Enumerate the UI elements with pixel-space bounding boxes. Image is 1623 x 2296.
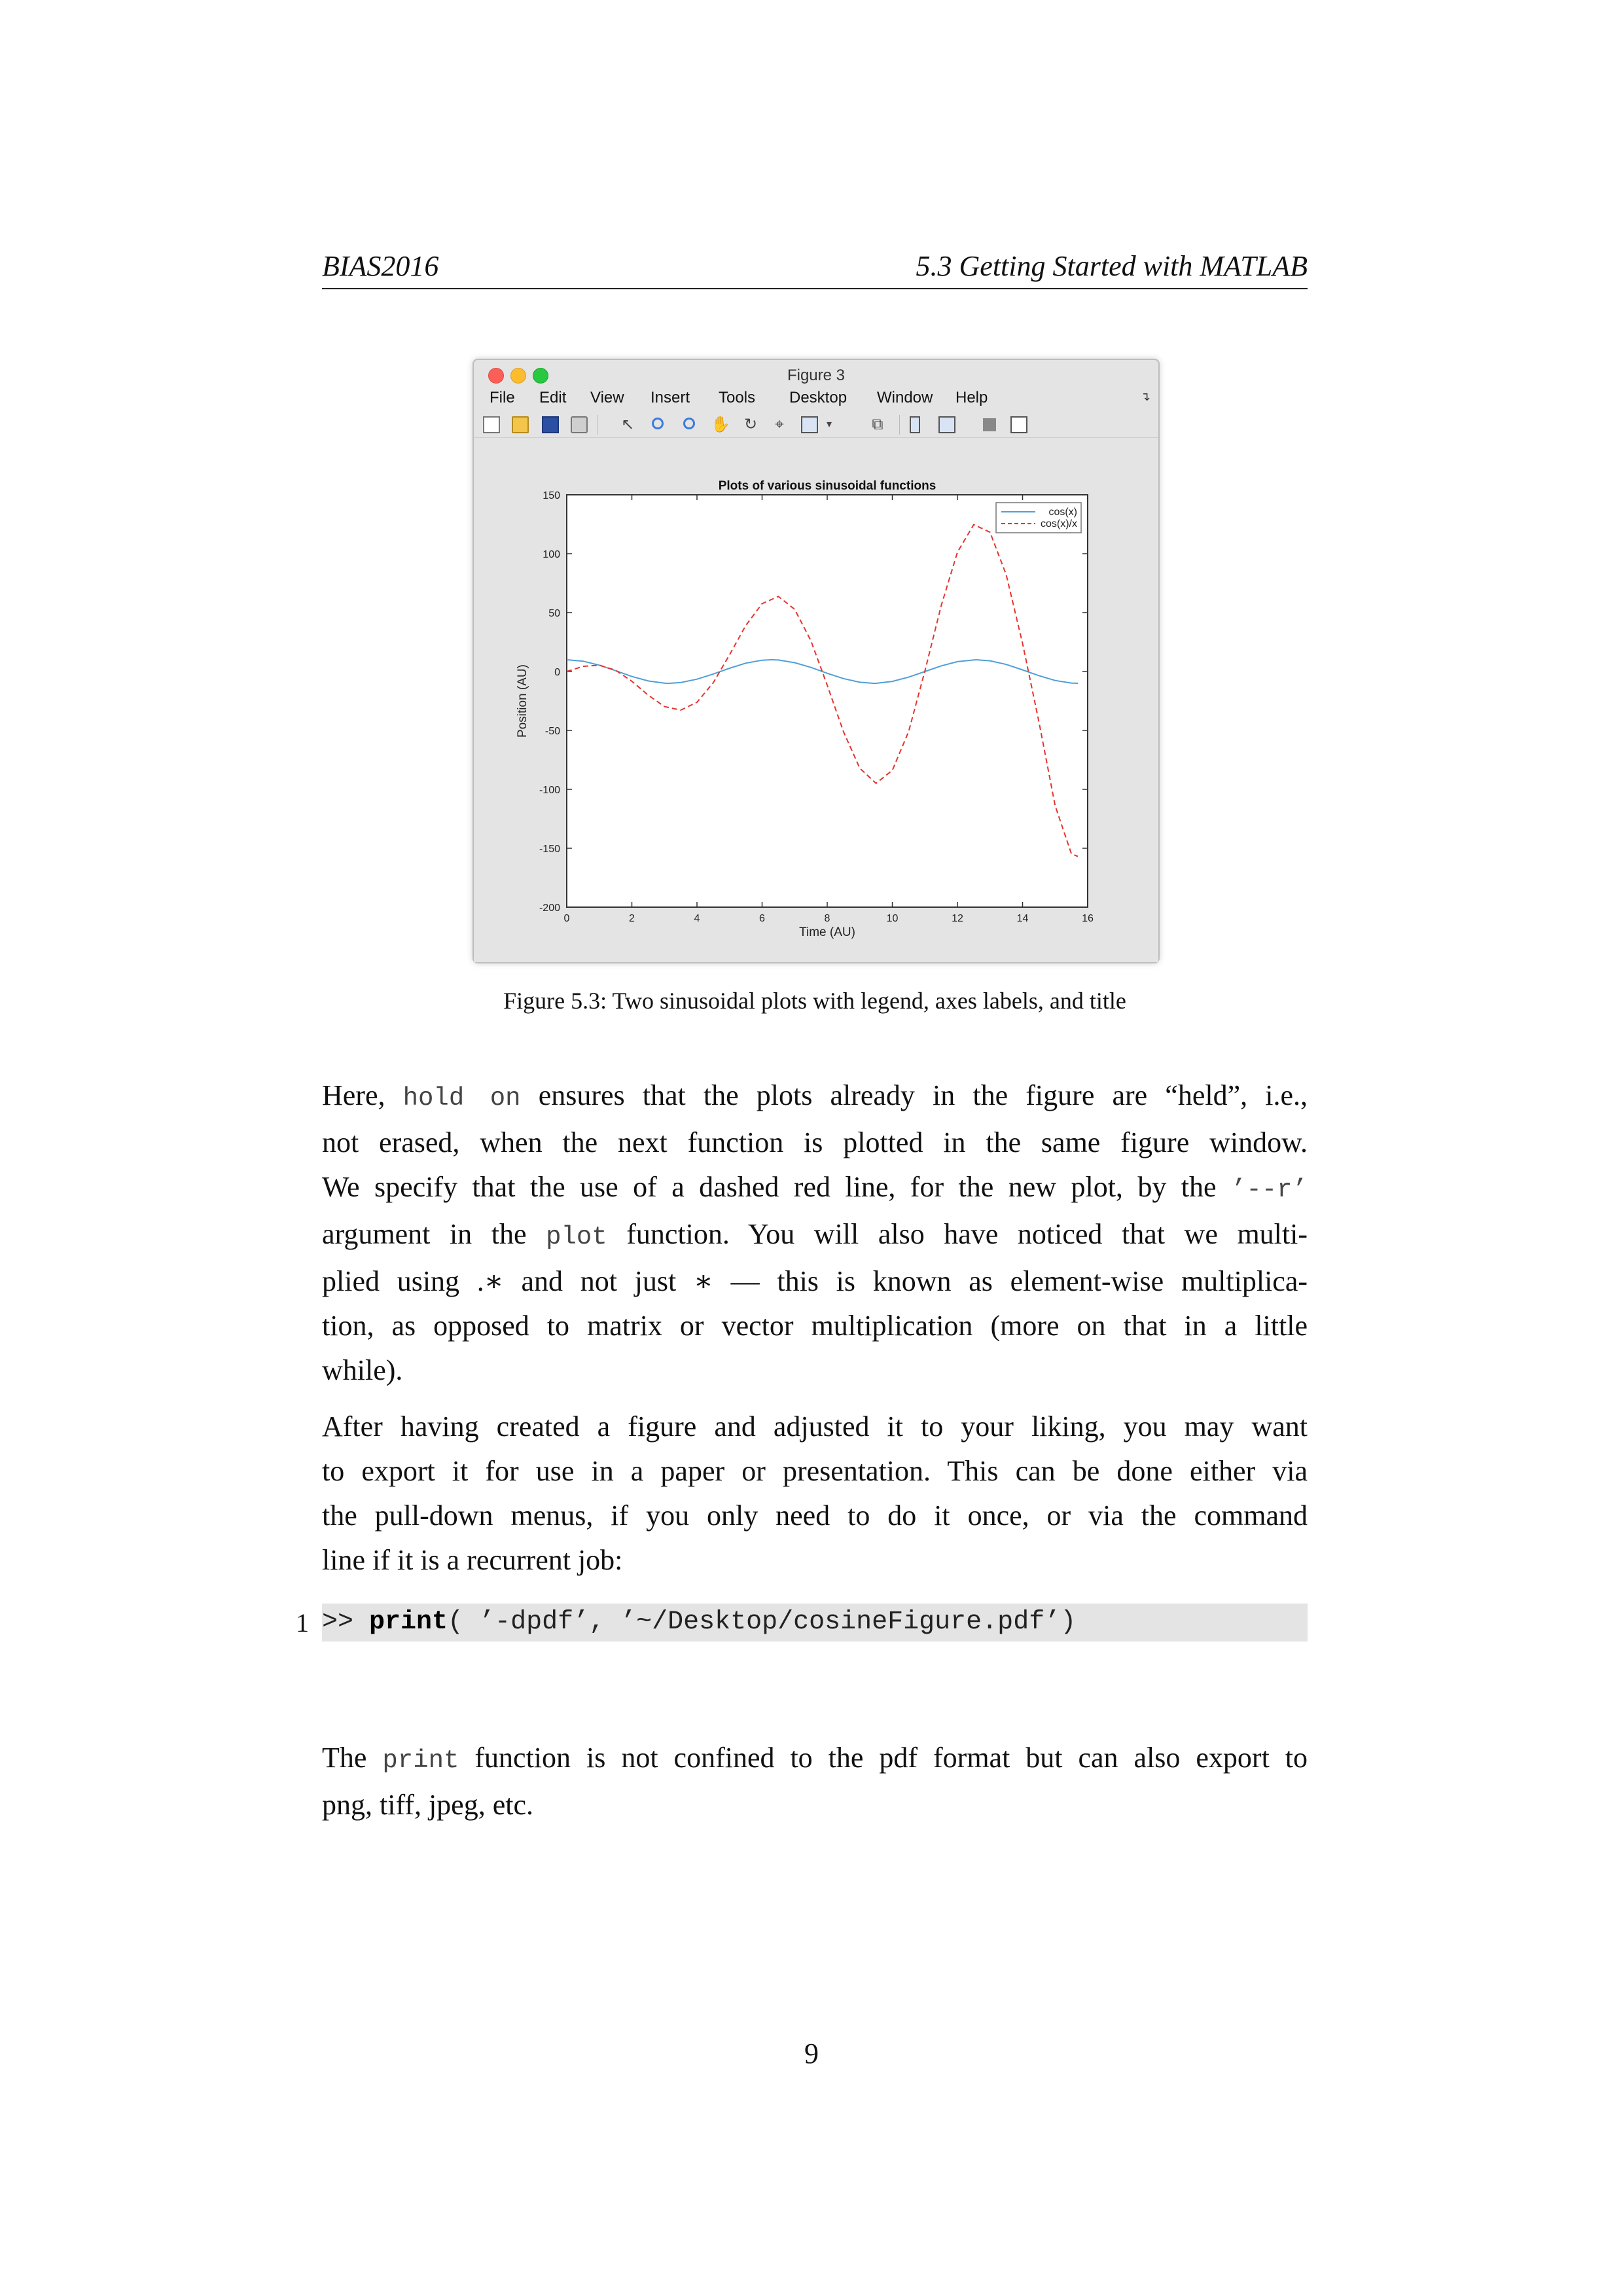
- text-span: ensures that the plots already in the fi…: [520, 1079, 1308, 1111]
- x-tick-label: 4: [694, 913, 700, 924]
- menu-bar: File Edit View Insert Tools Desktop Wind…: [474, 386, 1158, 408]
- sinusoidal-plot: Plots of various sinusoidal functions Ti…: [474, 439, 1158, 962]
- inline-code: plot: [546, 1223, 607, 1251]
- y-tick-label: -50: [545, 726, 560, 737]
- y-tick-label: 150: [543, 490, 560, 501]
- figure-caption: Figure 5.3: Two sinusoidal plots with le…: [503, 988, 1126, 1014]
- print-icon[interactable]: [571, 416, 588, 433]
- y-tick-label: 100: [543, 549, 560, 560]
- window-titlebar: Figure 3: [474, 360, 1158, 385]
- new-figure-icon[interactable]: [483, 416, 500, 433]
- x-tick-label: 12: [952, 913, 963, 924]
- text-span: argument in the: [322, 1218, 546, 1250]
- paragraph-2: After having created a figure and adjust…: [322, 1405, 1308, 1583]
- colorbar-icon[interactable]: [910, 416, 920, 433]
- paragraph-line: the pull-down menus, if you only need to…: [322, 1499, 1308, 1532]
- code-args: ( ’-dpdf’, ’~/Desktop/cosineFigure.pdf’): [448, 1607, 1077, 1637]
- y-tick-label: 0: [554, 667, 560, 678]
- legend-icon[interactable]: [938, 416, 955, 433]
- x-tick-label: 0: [564, 913, 570, 924]
- rotate-icon[interactable]: ↻: [742, 416, 759, 433]
- legend-entry-cos-over-x: cos(x)/x: [1041, 518, 1077, 529]
- matlab-figure-window: Figure 3 File Edit View Insert Tools Des…: [473, 359, 1160, 963]
- menu-desktop[interactable]: Desktop: [789, 389, 847, 407]
- menu-insert[interactable]: Insert: [651, 389, 690, 407]
- code-listing: >> print( ’-dpdf’, ’~/Desktop/cosineFigu…: [322, 1604, 1308, 1641]
- paragraph-line: to export it for use in a paper or prese…: [322, 1455, 1308, 1487]
- show-tools-icon[interactable]: [1010, 416, 1027, 433]
- x-tick-label: 8: [825, 913, 830, 924]
- link-icon[interactable]: ⧉: [869, 416, 886, 433]
- text-span: Here,: [322, 1079, 403, 1111]
- menu-tools[interactable]: Tools: [719, 389, 755, 407]
- paragraph-line: while).: [322, 1354, 403, 1386]
- toolbar-separator: [899, 415, 900, 435]
- code-prompt: >>: [322, 1607, 370, 1637]
- paragraph-line: The print function is not confined to th…: [322, 1736, 1308, 1783]
- x-tick-label: 6: [759, 913, 765, 924]
- text-span: The: [322, 1742, 383, 1774]
- pointer-icon[interactable]: ↖: [619, 416, 636, 433]
- paragraph-line: After having created a figure and adjust…: [322, 1410, 1308, 1443]
- text-span: function is not confined to the pdf form…: [459, 1742, 1308, 1774]
- paragraph-line: Here, hold on ensures that the plots alr…: [322, 1073, 1308, 1121]
- axes-box: [566, 494, 1088, 908]
- code-keyword: print: [369, 1607, 448, 1637]
- legend: cos(x) cos(x)/x: [995, 502, 1082, 533]
- paragraph-line: png, tiff, jpeg, etc.: [322, 1789, 533, 1821]
- paragraph-line: not erased, when the next function is pl…: [322, 1126, 1308, 1158]
- window-title: Figure 3: [787, 367, 846, 384]
- paragraph-line: We specify that the use of a dashed red …: [322, 1165, 1308, 1212]
- inline-code: hold on: [402, 1084, 521, 1113]
- y-axis-label: Position (AU): [516, 664, 529, 738]
- paragraph-3: The print function is not confined to th…: [322, 1736, 1308, 1827]
- x-tick-label: 2: [629, 913, 635, 924]
- text-span: function. You will also have noticed tha…: [607, 1218, 1308, 1250]
- y-tick-label: -100: [539, 785, 560, 796]
- paragraph-line: plied using .∗ and not just ∗ — this is …: [322, 1265, 1308, 1297]
- paragraph-line: argument in the plot function. You will …: [322, 1212, 1308, 1259]
- page-number: 9: [804, 2037, 819, 2070]
- brush-icon[interactable]: [801, 416, 818, 433]
- paragraph-line: tion, as opposed to matrix or vector mul…: [322, 1310, 1308, 1342]
- pan-icon[interactable]: ✋: [711, 416, 730, 433]
- text-span: We specify that the use of a dashed red …: [322, 1171, 1231, 1203]
- figure-toolbar: ↖ ✋ ↻ ⌖ ▾ ⧉: [474, 411, 1158, 438]
- save-icon[interactable]: [542, 416, 559, 433]
- brush-dropdown-icon[interactable]: ▾: [821, 416, 838, 433]
- header-right: 5.3 Getting Started with MATLAB: [916, 250, 1308, 282]
- menu-view[interactable]: View: [590, 389, 624, 407]
- code-line: >> print( ’-dpdf’, ’~/Desktop/cosineFigu…: [322, 1607, 1076, 1637]
- arrow-icon[interactable]: ↴: [1141, 390, 1150, 404]
- menu-window[interactable]: Window: [877, 389, 933, 407]
- header-left: BIAS2016: [322, 250, 439, 282]
- paragraph-1: Here, hold on ensures that the plots alr…: [322, 1073, 1308, 1393]
- legend-entry-cos: cos(x): [1048, 507, 1077, 518]
- chart-title: Plots of various sinusoidal functions: [719, 479, 936, 493]
- code-line-number: 1: [296, 1608, 309, 1638]
- menu-help[interactable]: Help: [955, 389, 988, 407]
- y-tick-label: -200: [539, 903, 560, 914]
- hide-tools-icon[interactable]: [983, 418, 996, 431]
- y-tick-label: 50: [548, 608, 560, 619]
- menu-edit[interactable]: Edit: [539, 389, 566, 407]
- x-tick-label: 10: [887, 913, 899, 924]
- inline-code: ’--r’: [1230, 1175, 1308, 1204]
- figure-canvas: Plots of various sinusoidal functions Ti…: [474, 439, 1158, 962]
- paragraph-line: line if it is a recurrent job:: [322, 1544, 623, 1576]
- x-tick-label: 16: [1082, 913, 1094, 924]
- y-tick-label: -150: [539, 844, 560, 855]
- data-cursor-icon[interactable]: ⌖: [771, 416, 788, 433]
- x-axis-label: Time (AU): [799, 925, 855, 939]
- inline-code: print: [382, 1746, 459, 1775]
- zoom-out-icon[interactable]: [683, 418, 695, 429]
- x-tick-label: 14: [1017, 913, 1029, 924]
- zoom-in-icon[interactable]: [652, 418, 664, 429]
- running-header: BIAS2016 5.3 Getting Started with MATLAB: [322, 249, 1308, 289]
- menu-file[interactable]: File: [490, 389, 515, 407]
- open-file-icon[interactable]: [512, 416, 529, 433]
